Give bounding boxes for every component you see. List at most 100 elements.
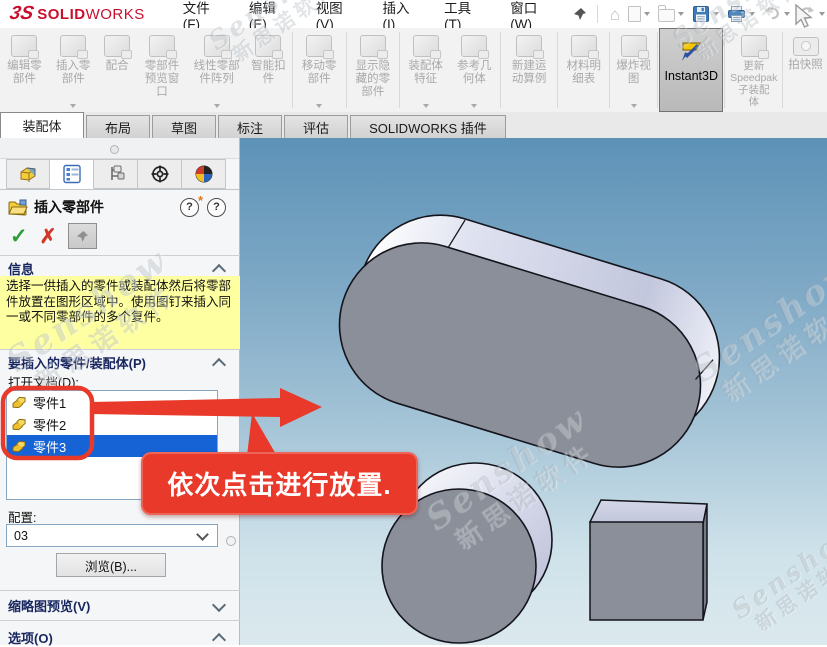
- chevron-down-icon: [214, 104, 220, 108]
- open-document-icon[interactable]: [656, 5, 686, 23]
- divider: [0, 620, 240, 621]
- ribbon-divider: [292, 32, 293, 108]
- insert-section-header[interactable]: 要插入的零件/装配体(P): [8, 353, 232, 372]
- smart-fasteners-button[interactable]: 智能扣 件: [246, 28, 291, 112]
- pin-icon[interactable]: [573, 7, 587, 21]
- configuration-manager-tab[interactable]: [94, 159, 138, 189]
- ok-button[interactable]: ✓: [10, 224, 28, 249]
- chevron-down-icon: [423, 104, 429, 108]
- part-icon: [12, 396, 27, 409]
- ribbon-divider: [346, 32, 347, 108]
- cancel-button[interactable]: ✗: [40, 224, 57, 249]
- bill-of-materials-icon: [571, 35, 597, 57]
- linear-component-pattern-button[interactable]: 线性零部 件阵列: [187, 28, 246, 112]
- menu-file[interactable]: 文件(F): [183, 0, 227, 32]
- display-manager-tab[interactable]: [138, 159, 182, 189]
- chevron-down-icon: [70, 104, 76, 108]
- new-star-icon: *: [198, 193, 203, 208]
- tab-markup[interactable]: 标注: [218, 115, 282, 138]
- solidworks-window: 3S SOLIDWORKS 文件(F) 编辑(E) 视图(V) 插入(I) 工具…: [0, 0, 827, 645]
- edit-component-button[interactable]: 编辑零 部件: [0, 28, 49, 112]
- insert-component-icon: [60, 35, 86, 57]
- feature-manager-icon: [17, 164, 39, 184]
- assembly-features-button[interactable]: 装配体 特征: [401, 28, 450, 112]
- menu-window[interactable]: 窗口(W): [510, 0, 559, 32]
- insert-component-icon: [8, 199, 28, 216]
- menu-insert[interactable]: 插入(I): [383, 0, 423, 32]
- list-item-part2[interactable]: 零件2: [7, 413, 217, 435]
- display-manager-icon: [149, 164, 171, 184]
- panel-splitter-handle[interactable]: [226, 536, 236, 546]
- move-component-button[interactable]: 移动零 部件: [294, 28, 345, 112]
- menu-view[interactable]: 视图(V): [316, 0, 361, 32]
- mate-icon: [104, 35, 130, 57]
- tab-assembly[interactable]: 装配体: [0, 112, 84, 138]
- update-speedpak-button[interactable]: 更新 Speedpak 子装配 体: [726, 28, 781, 112]
- part-icon: [12, 440, 27, 453]
- assembly-features-icon: [413, 35, 439, 57]
- take-snapshot-button[interactable]: 拍快照: [784, 28, 827, 112]
- list-item-part1[interactable]: 零件1: [7, 391, 217, 413]
- tab-sketch[interactable]: 草图: [152, 115, 216, 138]
- cube-part[interactable]: [590, 500, 707, 620]
- instant3d-button[interactable]: Instant3D: [659, 28, 723, 112]
- command-manager-ribbon: 编辑零 部件 插入零 部件 配合 零部件 预览窗 口 线性零部 件阵列 智能扣 …: [0, 28, 827, 113]
- divider: [0, 255, 240, 256]
- menu-edit[interactable]: 编辑(E): [249, 0, 294, 32]
- manager-tab-bar: [6, 159, 226, 190]
- chevron-up-icon: [212, 357, 226, 371]
- move-component-icon: [306, 35, 332, 57]
- whats-new-help-icon[interactable]: ?*: [180, 198, 199, 217]
- tab-layout[interactable]: 布局: [86, 115, 150, 138]
- home-icon[interactable]: ⌂: [608, 5, 622, 24]
- exploded-view-icon: [621, 35, 647, 57]
- dimxpert-manager-tab[interactable]: [182, 159, 226, 189]
- browse-button[interactable]: 浏览(B)...: [56, 553, 166, 577]
- panel-flyout-strip: [0, 138, 239, 159]
- chevron-down-icon: [212, 597, 226, 611]
- show-hidden-components-button[interactable]: 显示隐 藏的零 部件: [348, 28, 399, 112]
- mate-button[interactable]: 配合: [98, 28, 137, 112]
- chevron-down-icon: [471, 104, 477, 108]
- ribbon-divider: [399, 32, 400, 108]
- property-manager-header: 插入零部件 ?* ?: [8, 195, 232, 219]
- tab-evaluate[interactable]: 评估: [284, 115, 348, 138]
- part-icon: [12, 418, 27, 431]
- thumbnail-preview-header[interactable]: 缩略图预览(V): [8, 596, 232, 615]
- open-documents-label: 打开文档(D):: [8, 372, 79, 391]
- rounded-slab-part[interactable]: [319, 192, 740, 491]
- property-manager-panel: 插入零部件 ?* ? ✓ ✗ 信息 选择一供插入的零件或装配体然后将零部件放置在…: [0, 138, 240, 645]
- new-document-icon[interactable]: [626, 5, 652, 23]
- print-icon[interactable]: [725, 4, 757, 24]
- property-manager-tab[interactable]: [50, 159, 94, 189]
- undo-icon[interactable]: [761, 5, 792, 23]
- drag-handle-icon[interactable]: [110, 145, 119, 154]
- keep-visible-pin-button[interactable]: [68, 223, 97, 249]
- new-motion-study-icon: [516, 35, 542, 57]
- ribbon-divider: [557, 32, 558, 108]
- reference-geometry-button[interactable]: 参考几 何体: [450, 28, 499, 112]
- new-motion-study-button[interactable]: 新建运 动算例: [502, 28, 557, 112]
- insert-component-button[interactable]: 插入零 部件: [49, 28, 98, 112]
- callout-bubble: 依次点击进行放置.: [141, 452, 418, 515]
- command-tab-bar: 装配体 布局 草图 标注 评估 SOLIDWORKS 插件: [0, 112, 827, 139]
- options-header[interactable]: 选项(O): [8, 628, 232, 647]
- property-manager-actions: ✓ ✗: [10, 222, 97, 250]
- update-speedpak-subassembly-icon: [741, 35, 767, 57]
- configuration-combobox[interactable]: 03: [6, 524, 218, 547]
- component-preview-window-button[interactable]: 零部件 预览窗 口: [137, 28, 188, 112]
- bill-of-materials-button[interactable]: 材料明 细表: [559, 28, 608, 112]
- graphics-viewport[interactable]: [240, 138, 827, 645]
- tab-solidworks-addins[interactable]: SOLIDWORKS 插件: [350, 115, 506, 138]
- menu-tools[interactable]: 工具(T): [444, 0, 488, 32]
- chevron-up-icon: [212, 632, 226, 646]
- feature-manager-tab[interactable]: [6, 159, 50, 189]
- exploded-view-button[interactable]: 爆炸视 图: [611, 28, 656, 112]
- save-icon[interactable]: [690, 4, 721, 24]
- reference-geometry-icon: [461, 35, 487, 57]
- help-icon[interactable]: ?: [207, 198, 226, 217]
- chevron-down-icon: [316, 104, 322, 108]
- divider: [0, 590, 240, 591]
- show-hidden-components-icon: [360, 35, 386, 57]
- chevron-down-icon: [196, 528, 209, 541]
